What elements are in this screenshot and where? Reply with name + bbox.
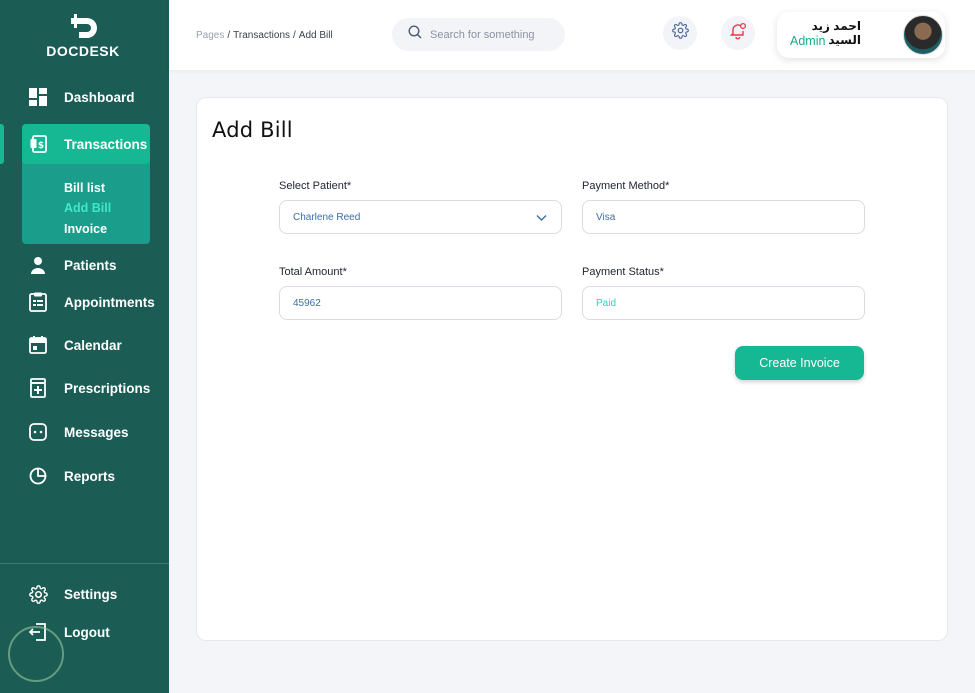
sidebar-item-reports[interactable]: Reports bbox=[27, 463, 115, 489]
search-bar[interactable] bbox=[392, 18, 565, 51]
user-icon bbox=[27, 254, 49, 276]
sidebar-item-settings[interactable]: Settings bbox=[27, 581, 117, 607]
clipboard-icon bbox=[27, 291, 49, 313]
sidebar-item-label: Transactions bbox=[64, 136, 148, 152]
sub-item-bill-list[interactable]: Bill list bbox=[64, 181, 105, 195]
sidebar-item-prescriptions[interactable]: Prescriptions bbox=[27, 375, 150, 401]
patient-label: Select Patient* bbox=[279, 180, 352, 192]
sidebar-item-calendar[interactable]: Calendar bbox=[27, 332, 122, 358]
add-bill-card: Add Bill Select Patient* Charlene Reed P… bbox=[196, 97, 948, 641]
sidebar-item-messages[interactable]: Messages bbox=[27, 419, 129, 445]
create-invoice-button[interactable]: Create Invoice bbox=[735, 346, 864, 380]
sidebar-item-label: Patients bbox=[64, 257, 117, 273]
sidebar: DOCDESK Dashboard $ Transactions Bill li… bbox=[0, 0, 169, 693]
payment-method-field[interactable]: Visa bbox=[582, 200, 865, 234]
total-amount-value: 45962 bbox=[293, 297, 321, 309]
notifications-button[interactable] bbox=[721, 16, 755, 50]
sidebar-item-label: Logout bbox=[64, 624, 110, 640]
transactions-icon: $ bbox=[28, 133, 50, 155]
sidebar-item-label: Dashboard bbox=[64, 89, 135, 105]
active-indicator bbox=[0, 124, 4, 164]
sidebar-item-appointments[interactable]: Appointments bbox=[27, 289, 155, 315]
sidebar-divider bbox=[0, 563, 169, 564]
payment-status-value: Paid bbox=[596, 297, 617, 309]
payment-method-value: Visa bbox=[596, 211, 616, 223]
sidebar-item-label: Appointments bbox=[64, 294, 155, 310]
avatar[interactable] bbox=[903, 15, 943, 55]
sidebar-item-patients[interactable]: Patients bbox=[27, 252, 117, 278]
logo-text: DOCDESK bbox=[46, 43, 120, 59]
calendar-icon bbox=[27, 334, 49, 356]
sidebar-item-label: Reports bbox=[64, 468, 116, 484]
page-title: Add Bill bbox=[212, 118, 293, 142]
sidebar-item-label: Messages bbox=[64, 424, 129, 440]
sidebar-item-label: Settings bbox=[64, 586, 118, 602]
search-icon bbox=[408, 25, 422, 44]
logo[interactable]: DOCDESK bbox=[46, 14, 120, 59]
payment-status-label: Payment Status* bbox=[582, 266, 664, 278]
pie-chart-icon bbox=[27, 465, 49, 487]
total-amount-field[interactable]: 45962 bbox=[279, 286, 562, 320]
payment-status-field[interactable]: Paid bbox=[582, 286, 865, 320]
breadcrumb-item[interactable]: Pages bbox=[196, 30, 224, 41]
chevron-down-icon bbox=[536, 212, 547, 226]
dashboard-icon bbox=[27, 86, 49, 108]
gear-icon bbox=[671, 22, 689, 44]
user-role: Admin bbox=[790, 34, 826, 48]
user-profile-card[interactable]: احمد زيد السيد Admin bbox=[777, 12, 945, 58]
breadcrumb-current: Add Bill bbox=[298, 30, 333, 41]
message-icon bbox=[27, 421, 49, 443]
settings-button[interactable] bbox=[663, 16, 697, 50]
gear-icon bbox=[27, 583, 49, 605]
breadcrumb: Pages / Transactions / Add Bill bbox=[196, 30, 333, 41]
logo-icon bbox=[66, 14, 100, 42]
transactions-group: $ Transactions Bill list Add Bill Invoic… bbox=[22, 124, 150, 244]
svg-text:$: $ bbox=[38, 141, 44, 151]
patient-select[interactable]: Charlene Reed bbox=[279, 200, 562, 234]
breadcrumb-item[interactable]: Transactions bbox=[233, 30, 290, 41]
sidebar-item-label: Prescriptions bbox=[64, 380, 151, 396]
sub-item-add-bill[interactable]: Add Bill bbox=[64, 201, 111, 215]
topbar: Pages/Transactions/Add Bill احمد زيد الس… bbox=[169, 0, 975, 70]
prescription-icon bbox=[27, 377, 49, 399]
sub-item-invoice[interactable]: Invoice bbox=[64, 222, 107, 236]
sidebar-item-label: Calendar bbox=[64, 337, 122, 353]
watermark-logo bbox=[8, 626, 64, 682]
bell-icon bbox=[729, 22, 747, 45]
total-amount-label: Total Amount* bbox=[279, 266, 347, 278]
patient-select-value: Charlene Reed bbox=[293, 211, 361, 223]
search-input[interactable] bbox=[430, 28, 550, 41]
sidebar-item-transactions[interactable]: $ Transactions bbox=[22, 124, 150, 164]
sidebar-item-dashboard[interactable]: Dashboard bbox=[27, 84, 135, 110]
payment-method-label: Payment Method* bbox=[582, 180, 670, 192]
